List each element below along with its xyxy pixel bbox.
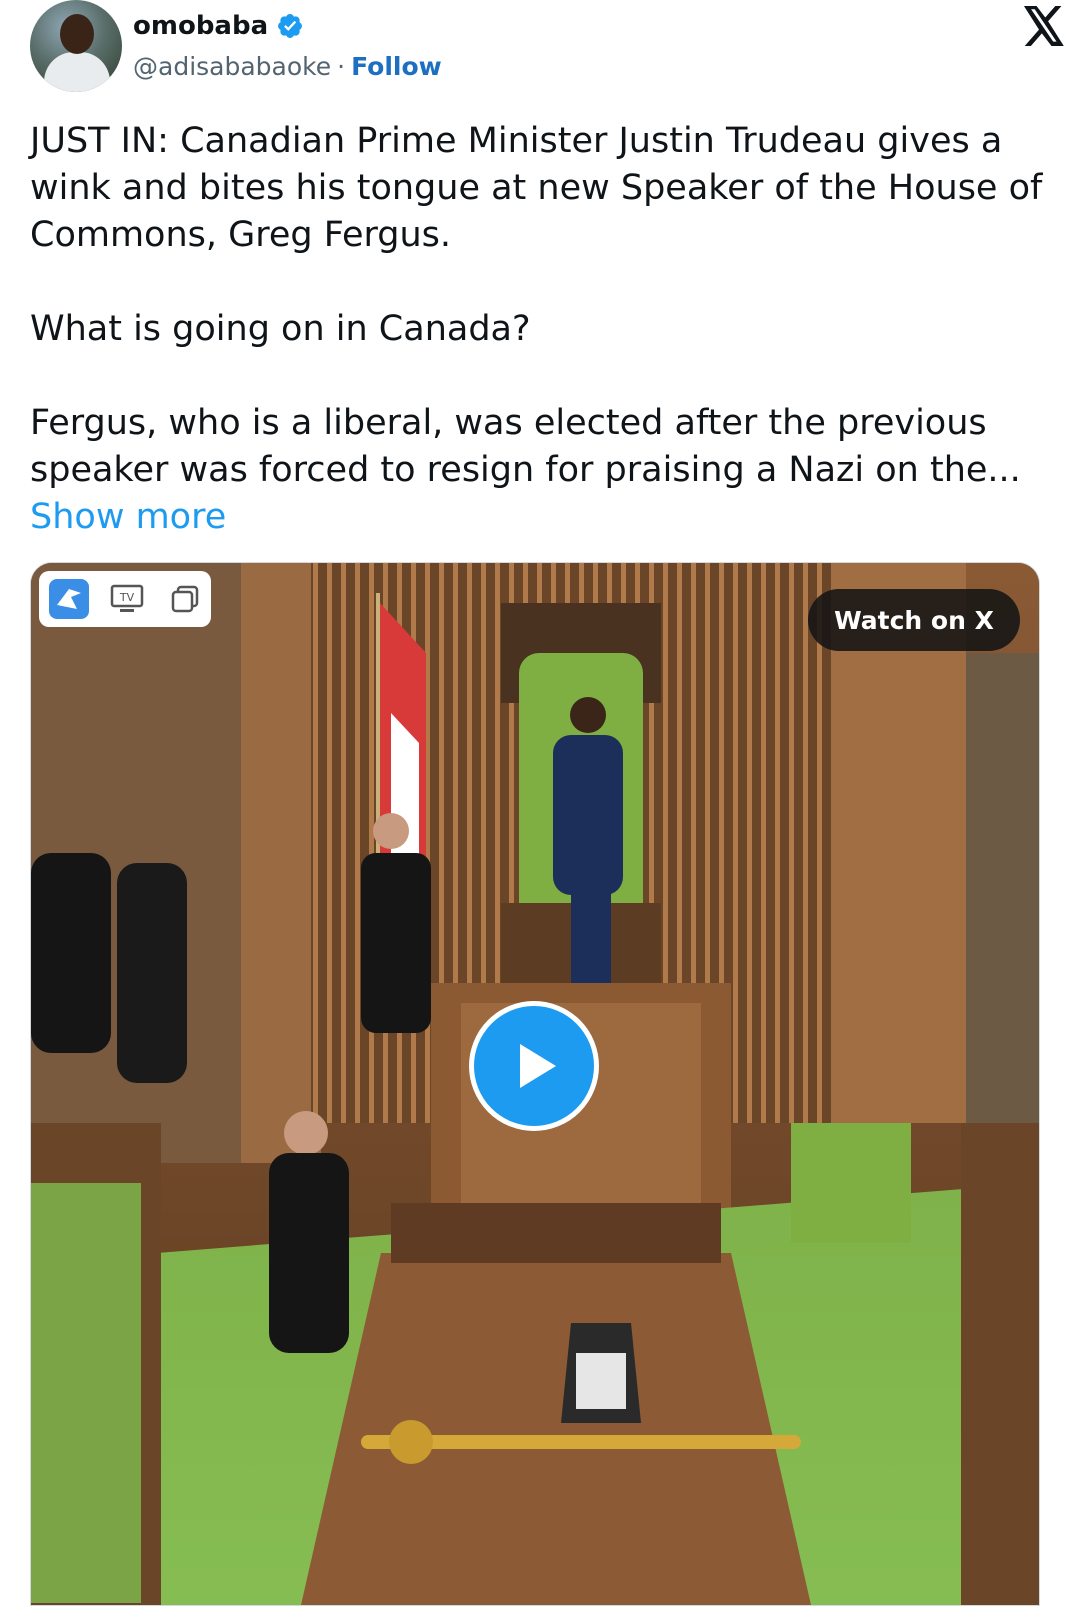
play-button[interactable] [469, 1001, 599, 1131]
svg-text:TV: TV [119, 591, 135, 604]
author-handle-row: @adisababaoke · Follow [133, 52, 442, 81]
tweet-paragraph-3-text: Fergus, who is a liberal, was elected af… [30, 403, 1021, 490]
x-logo-icon[interactable] [1022, 6, 1066, 46]
show-more-link[interactable]: Show more [30, 497, 226, 537]
tv-icon[interactable]: TV [105, 577, 149, 621]
play-icon [520, 1044, 556, 1088]
tweet-paragraph-3: Fergus, who is a liberal, was elected af… [30, 400, 1050, 541]
tweet-header: omobaba @adisababaoke · Follow [30, 0, 1064, 100]
follow-button[interactable]: Follow [351, 52, 442, 81]
author-display-name[interactable]: omobaba [133, 11, 268, 41]
watch-on-x-button[interactable]: Watch on X [808, 589, 1020, 651]
video-player[interactable]: TV Watch on X [30, 562, 1040, 1606]
separator-dot: · [337, 52, 346, 81]
verified-badge-icon [278, 14, 303, 38]
author-handle[interactable]: @adisababaoke [133, 52, 331, 81]
tweet-paragraph-1: JUST IN: Canadian Prime Minister Justin … [30, 121, 1043, 255]
avatar[interactable] [30, 0, 122, 92]
bird-app-icon[interactable] [47, 577, 91, 621]
tweet-paragraph-2: What is going on in Canada? [30, 309, 531, 349]
author-name-row: omobaba [133, 8, 304, 44]
media-toolbar: TV [39, 571, 211, 627]
tweet-text: JUST IN: Canadian Prime Minister Justin … [30, 118, 1050, 541]
copy-icon[interactable] [163, 577, 207, 621]
